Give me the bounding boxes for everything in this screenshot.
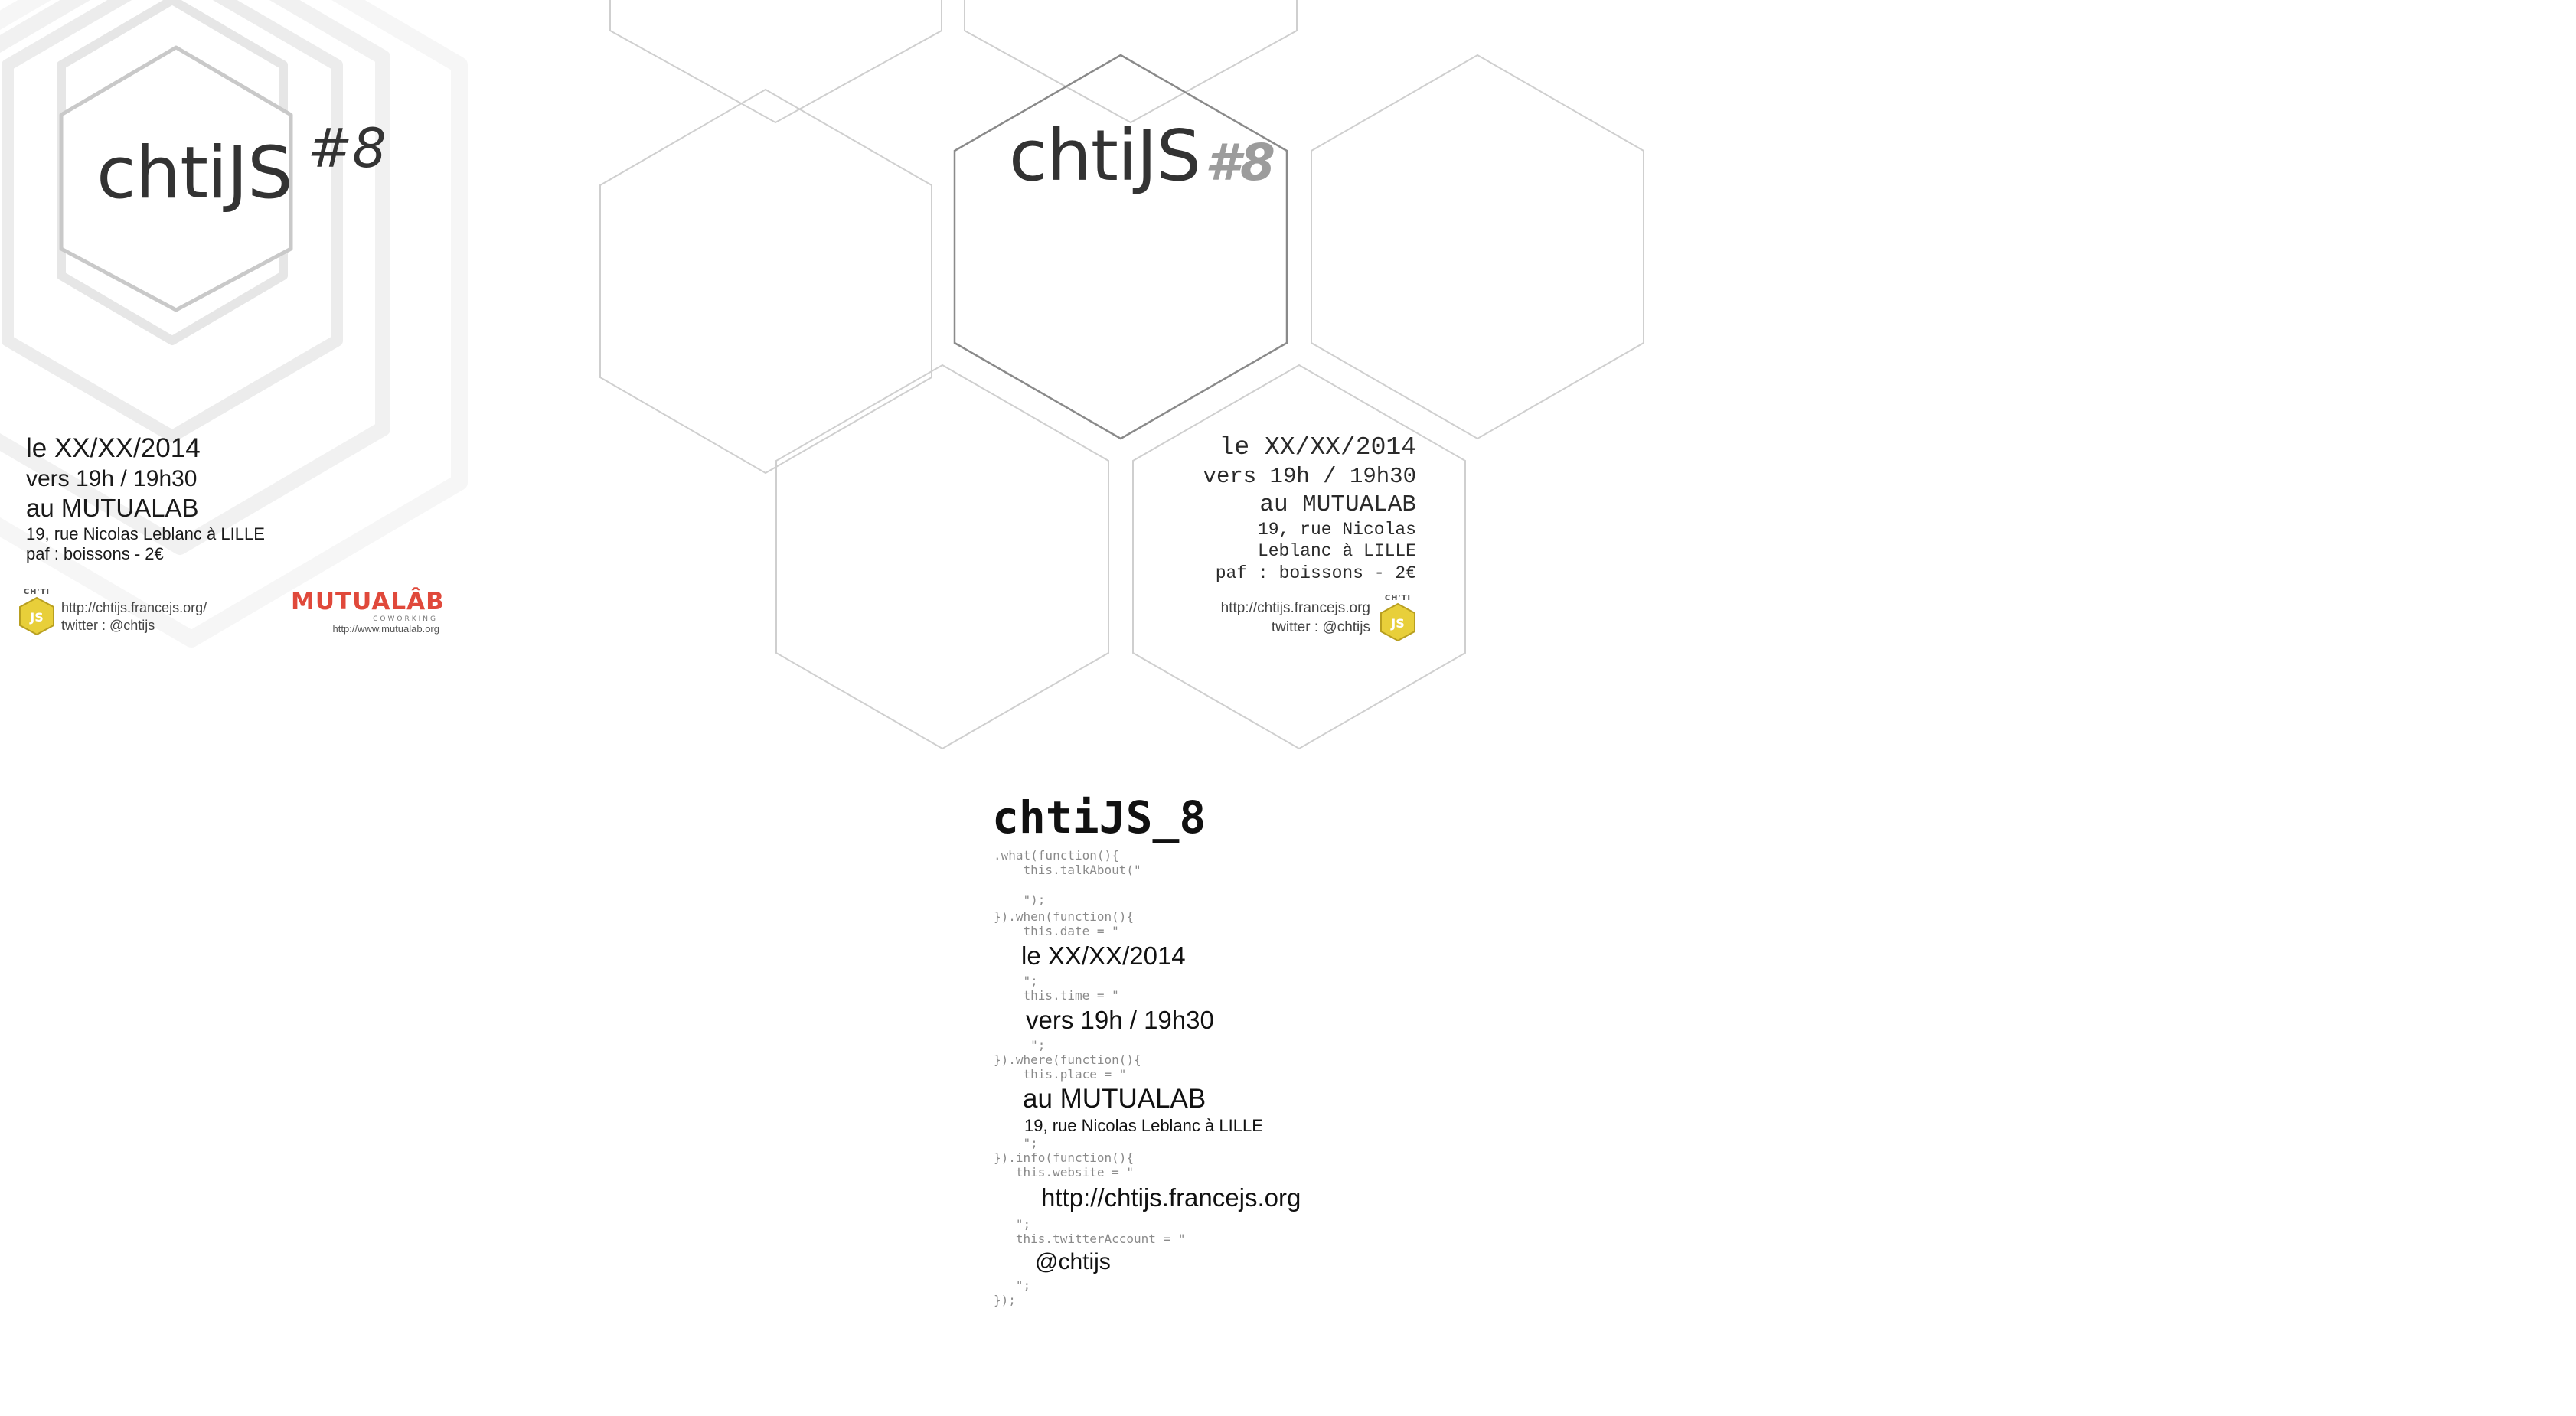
event-fee: paf : boissons - 2€ xyxy=(1215,563,1416,583)
event-address: 19, rue Nicolas Leblanc à LILLE xyxy=(26,524,265,543)
mutualab-logo: MUTUALÂB COWORKING http://www.mutualab.o… xyxy=(291,588,444,635)
code-info-block: "; }).info(function(){ this.website = " xyxy=(994,1136,1135,1180)
grid-hex-left xyxy=(599,88,932,475)
code-address-value: 19, rue Nicolas Leblanc à LILLE xyxy=(1024,1116,1263,1135)
code-time-value: vers 19h / 19h30 xyxy=(1026,1006,1214,1034)
grid-hex-top-left xyxy=(609,0,942,124)
badge-text: JS xyxy=(1390,616,1404,631)
hex-poster-links: http://chtijs.francejs.org twitter : @ch… xyxy=(1221,599,1370,637)
sponsor-url[interactable]: http://www.mutualab.org xyxy=(291,623,439,635)
event-place: au MUTUALAB xyxy=(26,494,199,523)
code-website-value[interactable]: http://chtijs.francejs.org xyxy=(1041,1183,1301,1212)
event-time: vers 19h / 19h30 xyxy=(1203,464,1416,490)
grid-hex-right xyxy=(1311,54,1644,440)
event-time: vers 19h / 19h30 xyxy=(26,465,198,491)
grid-hex-center xyxy=(953,54,1288,440)
left-poster-details: le XX/XX/2014 vers 19h / 19h30 au MUTUAL… xyxy=(26,432,265,565)
event-date: le XX/XX/2014 xyxy=(26,433,201,463)
code-end-block: "; }); xyxy=(994,1278,1031,1308)
event-fee: paf : boissons - 2€ xyxy=(26,544,164,564)
chtijs-badge: CH'TI JS xyxy=(1378,594,1418,645)
sponsor-tagline: COWORKING xyxy=(373,615,438,623)
left-poster-links: http://chtijs.francejs.org/ twitter : @c… xyxy=(61,599,207,635)
event-date: le XX/XX/2014 xyxy=(1219,433,1416,462)
badge-caption: CH'TI xyxy=(1384,594,1412,602)
event-address-line1: 19, rue Nicolas xyxy=(1257,520,1416,540)
badge-caption: CH'TI xyxy=(23,588,51,596)
website-link[interactable]: http://chtijs.francejs.org xyxy=(1221,599,1370,618)
left-poster-logo: chtiJS #8 xyxy=(96,117,387,215)
event-place: au MUTUALAB xyxy=(1259,491,1416,518)
website-link[interactable]: http://chtijs.francejs.org/ xyxy=(61,599,207,617)
grid-hex-bottom-left xyxy=(775,364,1109,750)
chtijs-badge: CH'TI JS xyxy=(17,588,57,639)
logo-word: chtiJS xyxy=(1009,115,1201,197)
logo-word: chtiJS xyxy=(96,132,293,215)
code-twitter-value[interactable]: @chtijs xyxy=(1035,1249,1111,1275)
js-hexagon-icon: JS xyxy=(1380,602,1415,642)
twitter-link[interactable]: twitter : @chtijs xyxy=(61,617,207,635)
event-address-line2: Leblanc à LILLE xyxy=(1257,541,1416,562)
twitter-link[interactable]: twitter : @chtijs xyxy=(1221,618,1370,638)
sponsor-name: MUTUALÂB xyxy=(291,588,445,615)
hex-poster-logo: chtiJS#8 xyxy=(1009,115,1275,197)
code-where-block: "; }).where(function(){ this.place = " xyxy=(994,1038,1141,1082)
code-date-value: le XX/XX/2014 xyxy=(1021,941,1186,970)
logo-number: #8 xyxy=(307,117,387,180)
hex-poster-details: le XX/XX/2014 vers 19h / 19h30 au MUTUAL… xyxy=(1203,432,1416,584)
code-what-block: .what(function(){ this.talkAbout(" "); xyxy=(994,848,1141,907)
logo-number: #8 xyxy=(1205,133,1275,192)
code-twitter-block: "; this.twitterAccount = " xyxy=(1015,1217,1186,1247)
js-hexagon-icon: JS xyxy=(19,596,54,636)
code-time-block: "; this.time = " xyxy=(1023,974,1119,1003)
code-place-value: au MUTUALAB xyxy=(1023,1084,1206,1114)
badge-text: JS xyxy=(29,610,43,625)
code-when-block: }).when(function(){ this.date = " xyxy=(994,909,1135,939)
code-poster-title: chtiJS_8 xyxy=(992,791,1206,843)
